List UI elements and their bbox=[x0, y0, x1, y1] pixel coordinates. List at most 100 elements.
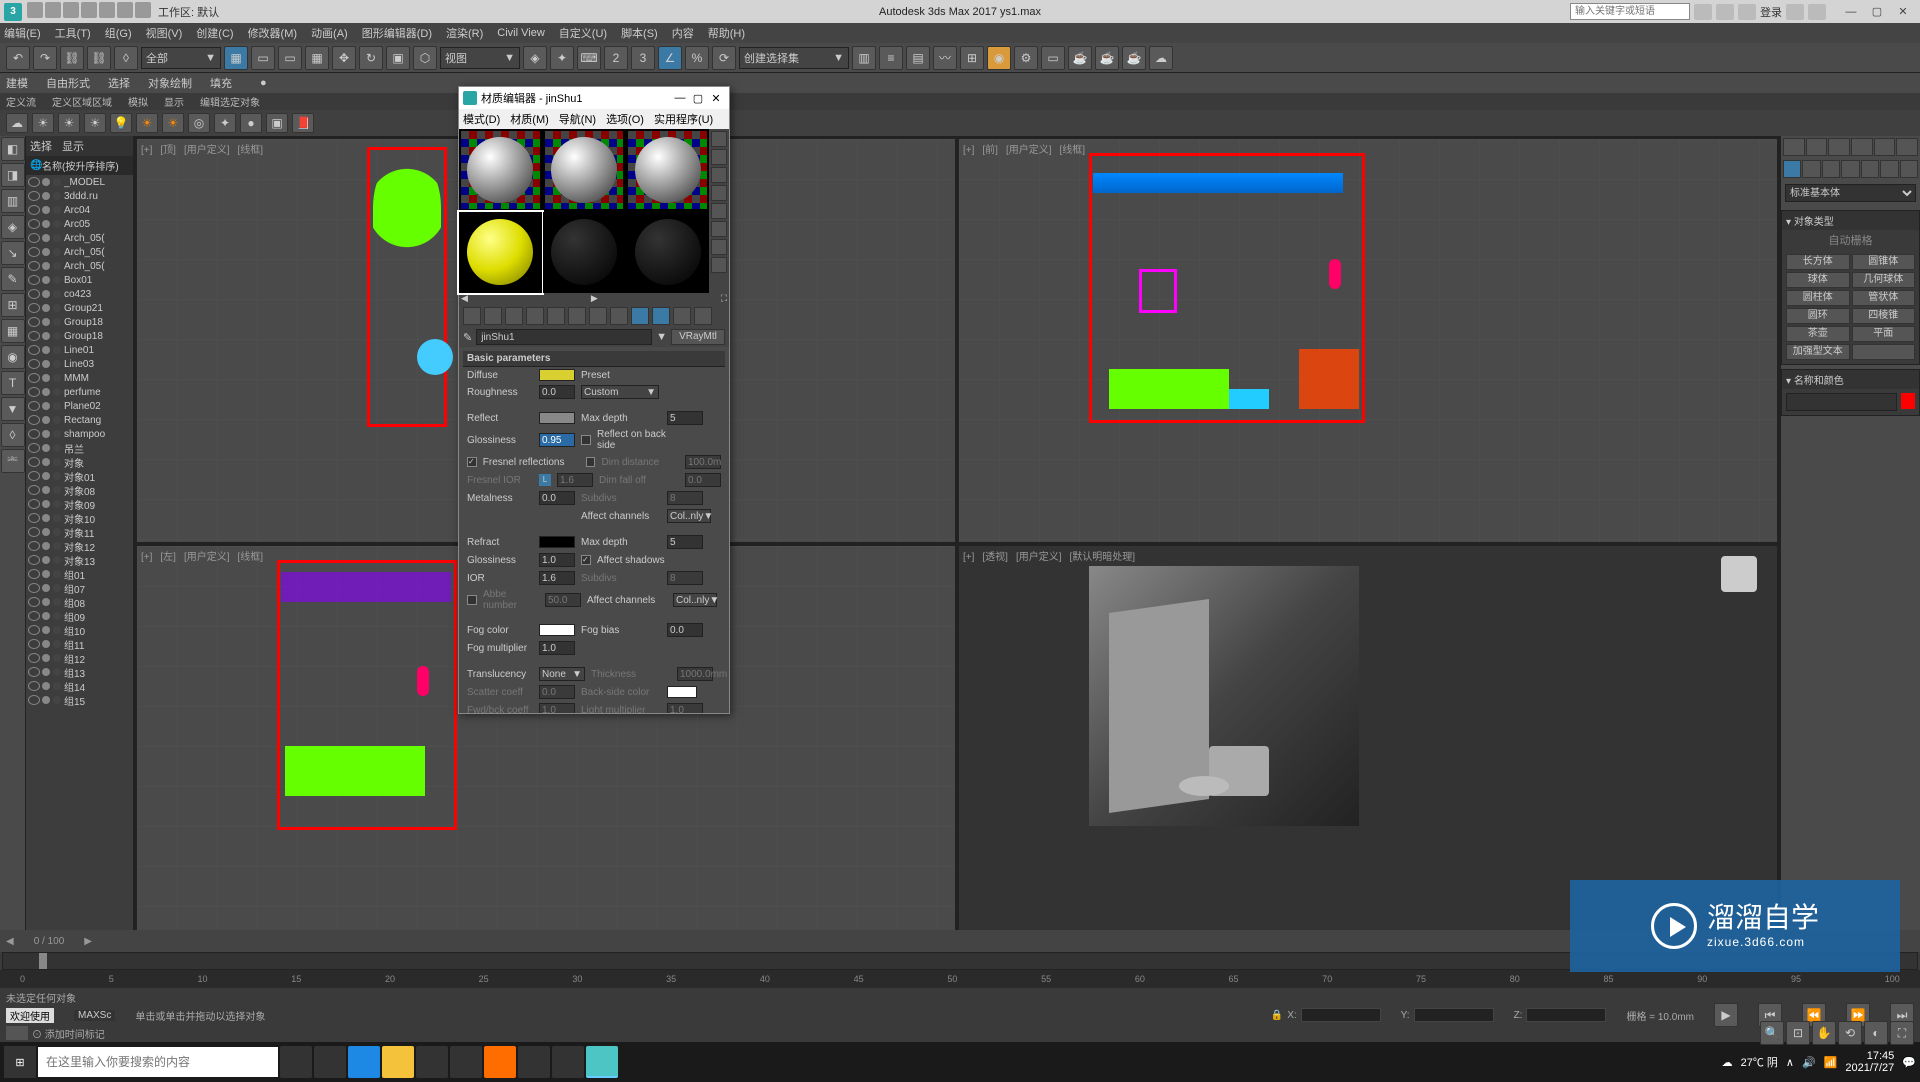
affect-r-dropdown[interactable]: Col..nly▼ bbox=[667, 509, 711, 523]
dialog-maximize[interactable]: ▢ bbox=[689, 92, 707, 105]
backside-checkbox[interactable] bbox=[581, 435, 591, 445]
backside-swatch[interactable] bbox=[667, 686, 697, 698]
lt-3[interactable]: ▥ bbox=[1, 189, 25, 213]
ref-coord-dropdown[interactable]: 视图▼ bbox=[440, 47, 520, 69]
primitive-button[interactable]: 几何球体 bbox=[1852, 272, 1916, 288]
pick-icon[interactable]: ✎ bbox=[463, 331, 472, 344]
sample-slot[interactable] bbox=[626, 129, 709, 211]
layers-button[interactable]: ▤ bbox=[906, 46, 930, 70]
star-icon[interactable] bbox=[1716, 4, 1734, 20]
nav-pan-button[interactable]: ✋ bbox=[1812, 1021, 1836, 1045]
scene-item[interactable]: 组15 bbox=[26, 693, 133, 707]
sphere-icon[interactable]: ● bbox=[240, 113, 262, 133]
box-icon[interactable]: ▣ bbox=[266, 113, 288, 133]
fogbias-spinner[interactable]: 0.0 bbox=[667, 623, 703, 637]
time-ruler[interactable]: 0510152025303540455055606570758085909510… bbox=[0, 970, 1920, 988]
video-icon[interactable] bbox=[711, 203, 727, 219]
bind-button[interactable]: ◊ bbox=[114, 46, 138, 70]
object-name-input[interactable] bbox=[1786, 393, 1897, 411]
lt-5[interactable]: ↘ bbox=[1, 241, 25, 265]
rollout-basic[interactable]: Basic parameters bbox=[463, 351, 725, 367]
scene-item[interactable]: shampoo bbox=[26, 427, 133, 441]
scene-item[interactable]: Box01 bbox=[26, 273, 133, 287]
scene-item[interactable]: Arch_05( bbox=[26, 245, 133, 259]
reflect-swatch[interactable] bbox=[539, 412, 575, 424]
key-button[interactable]: ⌨ bbox=[577, 46, 601, 70]
scene-item[interactable]: 对象08 bbox=[26, 483, 133, 497]
primitive-button[interactable]: 四棱锥 bbox=[1852, 308, 1916, 324]
cortana-icon[interactable] bbox=[280, 1046, 312, 1078]
curve-editor-button[interactable]: 〰 bbox=[933, 46, 957, 70]
scene-item[interactable]: 组09 bbox=[26, 609, 133, 623]
scene-sort-header[interactable]: 🌐名称(按升序排序) bbox=[26, 156, 133, 175]
lt-2[interactable]: ◨ bbox=[1, 163, 25, 187]
scene-item[interactable]: Group18 bbox=[26, 329, 133, 343]
lt-13[interactable]: ⎃ bbox=[1, 449, 25, 473]
nav-max-button[interactable]: ⛶ bbox=[1890, 1021, 1914, 1045]
scene-item[interactable]: co423 bbox=[26, 287, 133, 301]
abbe-checkbox[interactable] bbox=[467, 595, 477, 605]
main-menu[interactable]: 编辑(E) 工具(T) 组(G) 视图(V) 创建(C) 修改器(M) 动画(A… bbox=[0, 23, 1920, 43]
tab-utilities[interactable] bbox=[1896, 138, 1918, 156]
sample-slot[interactable] bbox=[459, 212, 542, 294]
material-menu[interactable]: 模式(D) 材质(M) 导航(N) 选项(O) 实用程序(U) bbox=[459, 109, 729, 129]
scene-item[interactable]: Arc05 bbox=[26, 217, 133, 231]
render-frame-button[interactable]: ▭ bbox=[1041, 46, 1065, 70]
scene-item[interactable]: Arc04 bbox=[26, 203, 133, 217]
sample-type-icon[interactable] bbox=[711, 131, 727, 147]
sample-slot[interactable] bbox=[459, 129, 542, 211]
sun2-icon[interactable]: ☀ bbox=[58, 113, 80, 133]
fog-swatch[interactable] bbox=[539, 624, 575, 636]
ribbon-fill[interactable]: 填充 bbox=[210, 75, 232, 91]
percent-snap-button[interactable]: % bbox=[685, 46, 709, 70]
clock-time[interactable]: 17:45 bbox=[1845, 1050, 1894, 1062]
exchange-icon[interactable] bbox=[1786, 4, 1804, 20]
material-editor-button[interactable]: ◉ bbox=[987, 46, 1011, 70]
nav-orbit-button[interactable]: ⟲ bbox=[1838, 1021, 1862, 1045]
viewcube[interactable] bbox=[1721, 556, 1757, 592]
translucency-dropdown[interactable]: None▼ bbox=[539, 667, 585, 681]
mtl-icon[interactable] bbox=[711, 257, 727, 273]
window-crossing-button[interactable]: ▦ bbox=[305, 46, 329, 70]
place-button[interactable]: ⬡ bbox=[413, 46, 437, 70]
move-button[interactable]: ✥ bbox=[332, 46, 356, 70]
scene-item[interactable]: 对象 bbox=[26, 455, 133, 469]
primitive-button[interactable]: 长方体 bbox=[1786, 254, 1850, 270]
user-icon[interactable] bbox=[1738, 4, 1756, 20]
snap-2d-button[interactable]: 2 bbox=[604, 46, 628, 70]
primitive-button[interactable]: 管状体 bbox=[1852, 290, 1916, 306]
color-swatch[interactable] bbox=[1901, 393, 1915, 409]
sun4-icon[interactable]: ☀ bbox=[136, 113, 158, 133]
light-icon[interactable] bbox=[1822, 160, 1840, 178]
menu-graph[interactable]: 图形编辑器(D) bbox=[362, 25, 432, 41]
teapot-icon[interactable]: ☕ bbox=[1122, 46, 1146, 70]
light-icon[interactable]: 💡 bbox=[110, 113, 132, 133]
go-sibling-button[interactable] bbox=[694, 307, 712, 325]
primitive-button[interactable]: 圆环 bbox=[1786, 308, 1850, 324]
align-button[interactable]: ≡ bbox=[879, 46, 903, 70]
menu-group[interactable]: 组(G) bbox=[105, 25, 132, 41]
infocenter-icon[interactable] bbox=[1694, 4, 1712, 20]
fresnel-checkbox[interactable] bbox=[467, 457, 477, 467]
geo-icon[interactable] bbox=[1783, 160, 1801, 178]
category-dropdown[interactable]: 标准基本体 bbox=[1785, 184, 1916, 202]
selection-filter[interactable]: 全部▼ bbox=[141, 47, 221, 69]
snap-3d-button[interactable]: 3 bbox=[631, 46, 655, 70]
ribbon-freeform[interactable]: 自由形式 bbox=[46, 75, 90, 91]
lt-10[interactable]: T bbox=[1, 371, 25, 395]
reset-button[interactable] bbox=[526, 307, 544, 325]
scene-item[interactable]: 对象12 bbox=[26, 539, 133, 553]
render-setup-button[interactable]: ⚙ bbox=[1014, 46, 1038, 70]
ribbon-tabs[interactable]: 建模 自由形式 选择 对象绘制 填充 ● bbox=[0, 73, 1920, 93]
scene-item[interactable]: Group21 bbox=[26, 301, 133, 315]
paint-icon[interactable] bbox=[416, 1046, 448, 1078]
lt-7[interactable]: ⊞ bbox=[1, 293, 25, 317]
affect-shadows-checkbox[interactable] bbox=[581, 555, 591, 565]
menu-views[interactable]: 视图(V) bbox=[146, 25, 183, 41]
taskview-icon[interactable] bbox=[314, 1046, 346, 1078]
roughness-spinner[interactable]: 0.0 bbox=[539, 385, 575, 399]
glossiness-r-spinner[interactable]: 0.95 bbox=[539, 433, 575, 447]
shape-icon[interactable] bbox=[1802, 160, 1820, 178]
menu-edit[interactable]: 编辑(E) bbox=[4, 25, 41, 41]
sample-slot[interactable] bbox=[543, 129, 626, 211]
